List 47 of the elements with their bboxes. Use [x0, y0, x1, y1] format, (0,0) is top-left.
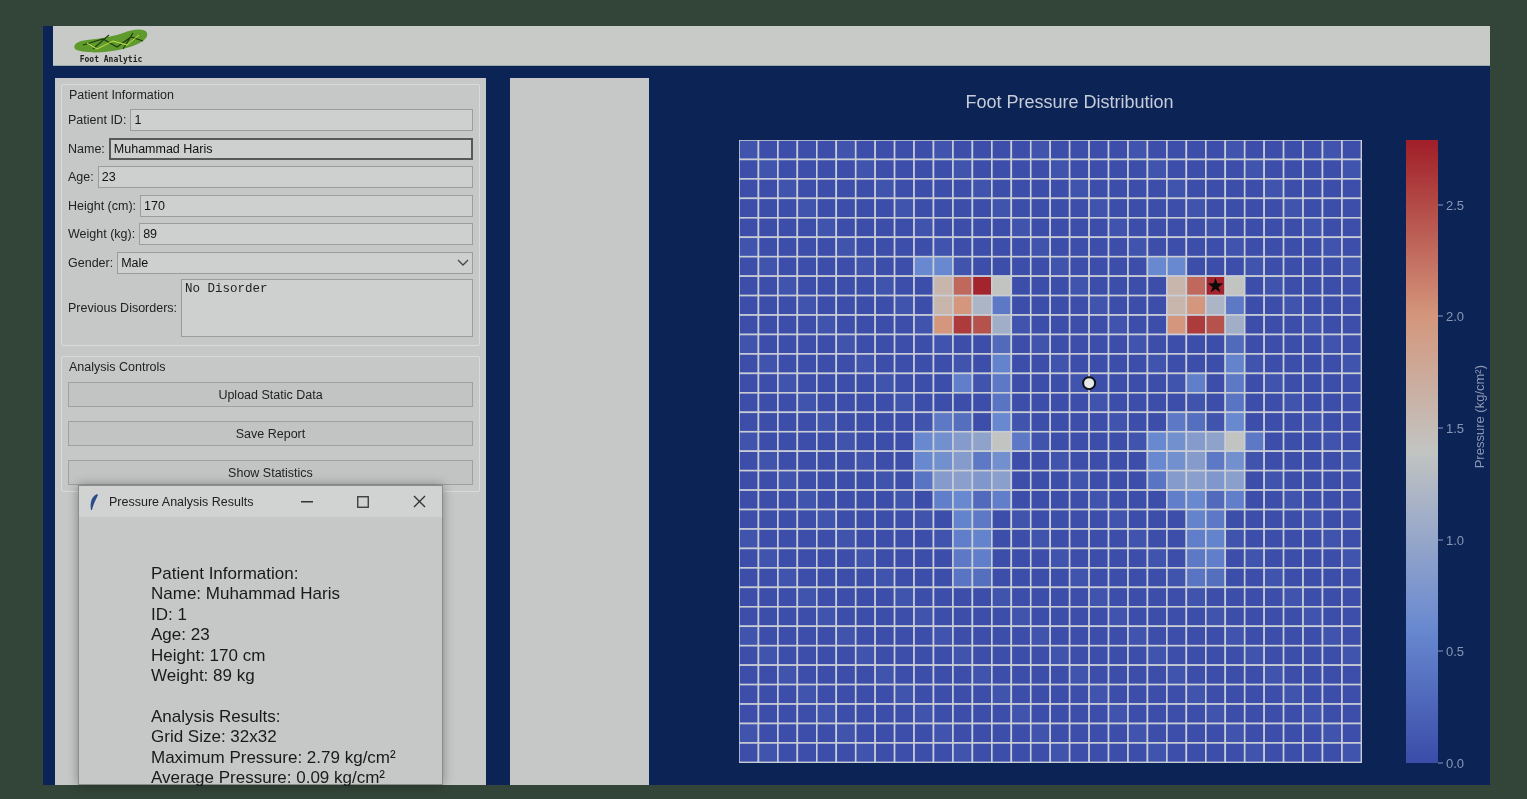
section-heading: Analysis Results:	[151, 706, 282, 728]
text-area[interactable]: No Disorder	[181, 279, 473, 337]
field-label: Height (cm):	[68, 198, 137, 213]
field-label: Weight (kg):	[68, 227, 136, 242]
tick-label: 0.0	[1446, 755, 1465, 771]
center-marker	[1082, 376, 1097, 391]
axis-label: Pressure (kg/cm²)	[1472, 364, 1487, 469]
input-field[interactable]: 89	[139, 223, 473, 246]
tick-label: 2.5	[1446, 197, 1465, 213]
logo-text: Foot Analytic	[79, 55, 143, 65]
window-title: Pressure Analysis Results	[109, 494, 255, 509]
action-button[interactable]: Show Statistics	[68, 460, 473, 485]
input-field[interactable]: 1	[130, 109, 473, 132]
foot-logo-icon	[73, 29, 149, 55]
field-label: Patient ID:	[68, 113, 127, 128]
field-label: Previous Disorders:	[68, 301, 178, 315]
result-line: Name: Muhammad Haris	[151, 584, 341, 605]
maximize-icon	[357, 495, 369, 508]
result-line: Maximum Pressure: 2.79 kg/cm²	[151, 747, 397, 769]
star-icon	[1207, 277, 1224, 293]
result-line: Height: 170 cm	[151, 645, 267, 667]
group-title: Analysis Controls	[69, 360, 166, 374]
field-label: Age:	[68, 170, 94, 185]
field-label: Gender:	[68, 255, 114, 270]
action-button[interactable]: Upload Static Data	[68, 382, 473, 407]
tick-label: 1.5	[1446, 420, 1465, 436]
action-button[interactable]: Save Report	[68, 421, 473, 446]
result-line: Average Pressure: 0.09 kg/cm²	[151, 768, 386, 789]
tick-label: 1.0	[1446, 532, 1465, 548]
input-field[interactable]: 23	[97, 166, 473, 189]
result-line: Weight: 89 kg	[151, 666, 256, 687]
input-field[interactable]: Muhammad Haris	[108, 137, 473, 160]
result-line: Age: 23	[151, 625, 211, 646]
feather-icon	[89, 492, 99, 511]
close-icon	[412, 495, 426, 508]
input-field[interactable]: 170	[140, 194, 473, 217]
minimize-icon	[301, 500, 313, 503]
section-heading: Patient Information:	[151, 564, 300, 585]
chart-title: Foot Pressure Distribution	[965, 92, 1174, 113]
result-line: ID: 1	[151, 604, 188, 626]
tick-label: 0.5	[1446, 643, 1465, 659]
chevron-down-icon	[457, 258, 469, 267]
result-line: Grid Size: 32x32	[151, 727, 278, 748]
field-label: Name:	[68, 141, 105, 156]
group-title: Patient Information	[69, 88, 174, 102]
tick-label: 2.0	[1446, 308, 1465, 324]
dropdown-field[interactable]: Male	[117, 251, 473, 274]
